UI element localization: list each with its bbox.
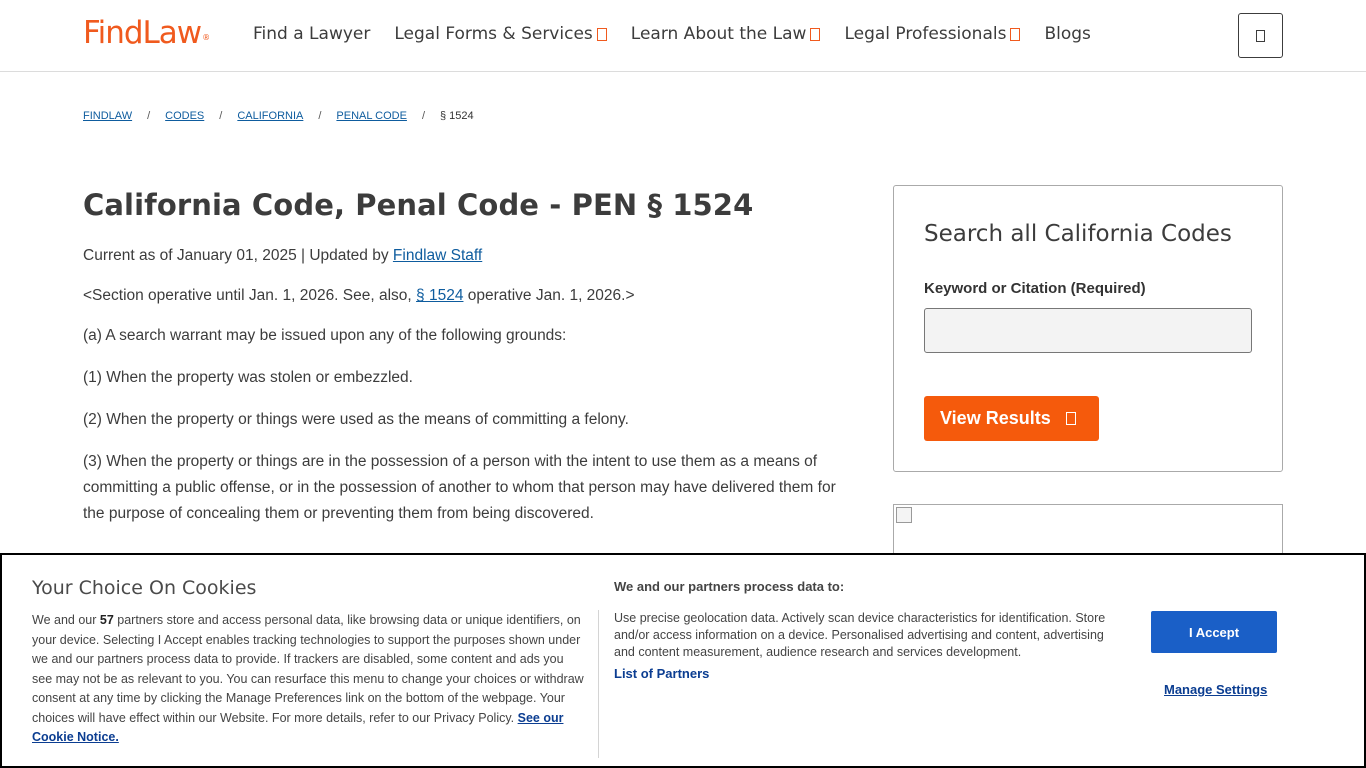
author-link[interactable]: Findlaw Staff — [393, 247, 482, 264]
nav-label: Blogs — [1044, 24, 1091, 44]
chevron-down-icon — [1010, 27, 1021, 41]
breadcrumb-current: § 1524 — [440, 110, 474, 122]
breadcrumb-separator: / — [318, 110, 322, 122]
breadcrumb: FINDLAW / CODES / CALIFORNIA / PENAL COD… — [83, 110, 474, 122]
page-title: California Code, Penal Code - PEN § 1524 — [83, 188, 754, 222]
menu-icon — [1256, 29, 1265, 42]
cookie-body-text: We and our — [32, 613, 100, 627]
nav-label: Find a Lawyer — [253, 24, 371, 44]
article-meta: Current as of January 01, 2025 | Updated… — [83, 247, 482, 265]
nav-blogs[interactable]: Blogs — [1044, 24, 1090, 44]
registered-mark: ® — [202, 33, 210, 42]
chevron-down-icon — [596, 27, 607, 41]
section-link[interactable]: § 1524 — [416, 287, 463, 304]
paragraph-2: (2) When the property or things were use… — [83, 411, 629, 428]
keyword-citation-input[interactable] — [924, 308, 1252, 353]
logo-text: FindLaw — [83, 15, 202, 51]
purposes-title: We and our partners process data to: — [614, 579, 845, 594]
divider — [598, 610, 599, 758]
nav-find-a-lawyer[interactable]: Find a Lawyer — [253, 24, 370, 44]
accept-button[interactable]: I Accept — [1151, 611, 1277, 653]
view-results-button[interactable]: View Results — [924, 396, 1099, 441]
cookie-body: We and our 57 partners store and access … — [32, 611, 587, 748]
purposes-text: Use precise geolocation data. Actively s… — [614, 611, 1106, 659]
list-of-partners-link[interactable]: List of Partners — [614, 666, 709, 681]
view-results-label: View Results — [940, 408, 1051, 428]
breadcrumb-penal-code[interactable]: PENAL CODE — [336, 110, 407, 122]
partner-count: 57 — [99, 613, 114, 627]
paragraph-1: (1) When the property was stolen or embe… — [83, 369, 413, 386]
menu-button[interactable] — [1238, 13, 1283, 58]
meta-text: Current as of January 01, 2025 | Updated… — [83, 247, 393, 264]
main-nav: Find a Lawyer Legal Forms & Services Lea… — [253, 24, 1115, 44]
note-text-suffix: operative Jan. 1, 2026.> — [463, 287, 635, 304]
breadcrumb-findlaw[interactable]: FINDLAW — [83, 110, 132, 122]
cookie-title: Your Choice On Cookies — [32, 577, 257, 599]
breadcrumb-separator: / — [421, 110, 425, 122]
nav-learn-about-law[interactable]: Learn About the Law — [631, 24, 821, 44]
nav-label: Learn About the Law — [630, 24, 807, 44]
breadcrumb-codes[interactable]: CODES — [165, 110, 204, 122]
nav-label: Legal Forms & Services — [394, 24, 593, 44]
nav-legal-forms[interactable]: Legal Forms & Services — [394, 24, 607, 44]
paragraph-a: (a) A search warrant may be issued upon … — [83, 327, 567, 344]
search-title: Search all California Codes — [924, 221, 1232, 247]
findlaw-logo[interactable]: FindLaw® — [83, 15, 210, 51]
code-search-card: Search all California Codes Keyword or C… — [893, 185, 1283, 472]
broken-image-icon — [896, 507, 912, 523]
breadcrumb-separator: / — [219, 110, 223, 122]
operative-note: <Section operative until Jan. 1, 2026. S… — [83, 283, 848, 309]
search-label: Keyword or Citation (Required) — [924, 280, 1146, 297]
manage-settings-link[interactable]: Manage Settings — [1164, 682, 1267, 697]
breadcrumb-separator: / — [147, 110, 151, 122]
site-header: FindLaw® Find a Lawyer Legal Forms & Ser… — [0, 0, 1366, 72]
nav-label: Legal Professionals — [844, 24, 1007, 44]
breadcrumb-california[interactable]: CALIFORNIA — [237, 110, 303, 122]
cookie-consent-banner: Your Choice On Cookies We and our 57 par… — [0, 553, 1366, 768]
nav-legal-professionals[interactable]: Legal Professionals — [844, 24, 1021, 44]
chevron-down-icon — [810, 27, 821, 41]
note-text: <Section operative until Jan. 1, 2026. S… — [83, 287, 417, 304]
paragraph-3: (3) When the property or things are in t… — [83, 453, 836, 522]
arrow-right-icon — [1065, 412, 1076, 425]
cookie-body-text-2: partners store and access personal data,… — [32, 613, 584, 725]
